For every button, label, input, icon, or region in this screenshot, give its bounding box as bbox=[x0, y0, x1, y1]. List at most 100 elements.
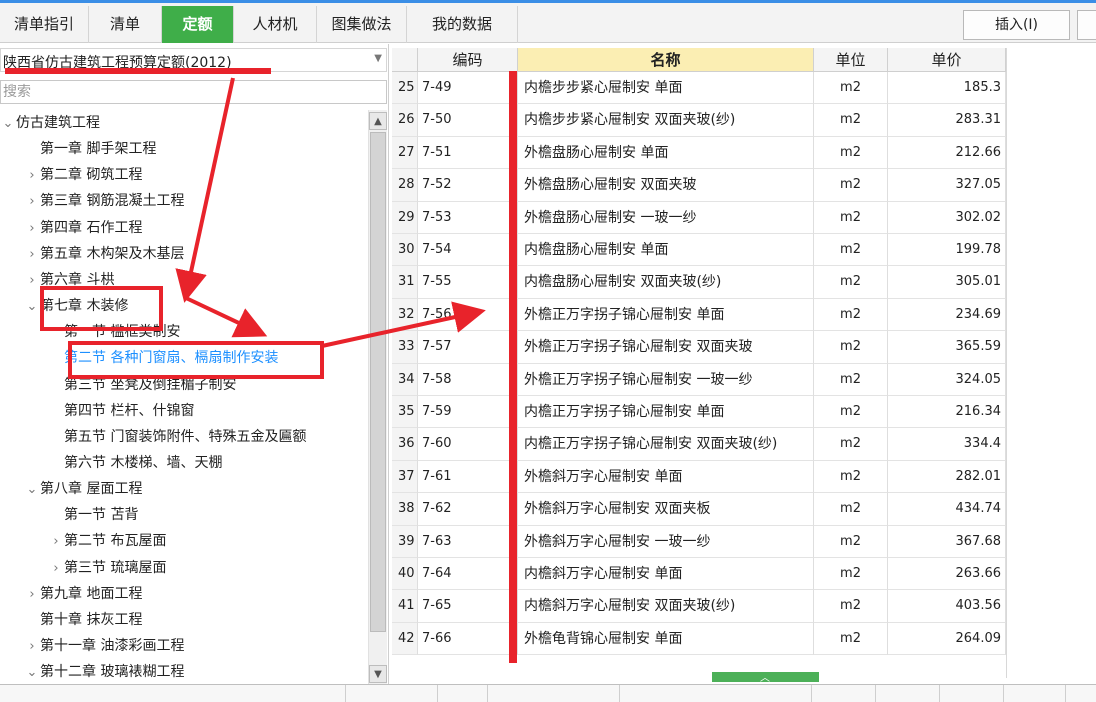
table-row[interactable]: 34 7-58 外檐正万字拐子锦心屉制安 一玻一纱 m2 324.05 bbox=[392, 363, 1006, 396]
chevron-right-icon[interactable]: › bbox=[24, 189, 40, 215]
cell-idx[interactable]: 27 bbox=[392, 136, 418, 170]
scroll-up-icon[interactable]: ▲ bbox=[369, 112, 387, 130]
cell-name[interactable]: 外檐盘肠心屉制安 一玻一纱 bbox=[518, 201, 814, 234]
tree-node[interactable]: 第三节 坐凳及倒挂楣子制安 bbox=[48, 372, 236, 398]
header-price[interactable]: 单价 bbox=[888, 48, 1006, 72]
cell-unit[interactable]: m2 bbox=[814, 266, 888, 299]
tree-node[interactable]: ⌄ 第七章 木装修 bbox=[24, 293, 129, 320]
table-row[interactable]: 31 7-55 内檐盘肠心屉制安 双面夹玻(纱) m2 305.01 bbox=[392, 266, 1006, 299]
table-row[interactable]: 39 7-63 外檐斜万字心屉制安 一玻一纱 m2 367.68 bbox=[392, 525, 1006, 558]
cell-idx[interactable]: 42 bbox=[392, 622, 418, 656]
cell-idx[interactable]: 26 bbox=[392, 104, 418, 137]
cell-price[interactable]: 367.68 bbox=[888, 525, 1006, 558]
tree-node[interactable]: 第四节 栏杆、什锦窗 bbox=[48, 398, 194, 424]
chevron-down-icon[interactable]: ⌄ bbox=[24, 294, 40, 320]
cell-name[interactable]: 外檐斜万字心屉制安 双面夹板 bbox=[518, 493, 814, 526]
chevron-right-icon[interactable]: › bbox=[24, 216, 40, 242]
table-row[interactable]: 42 7-66 外檐龟背锦心屉制安 单面 m2 264.09 bbox=[392, 622, 1006, 656]
table-row[interactable]: 37 7-61 外檐斜万字心屉制安 单面 m2 282.01 bbox=[392, 460, 1006, 494]
table-row[interactable]: 25 7-49 内檐步步紧心屉制安 单面 m2 185.3 bbox=[392, 72, 1006, 105]
tab-list-guide[interactable]: 清单指引 bbox=[0, 6, 89, 43]
cell-price[interactable]: 305.01 bbox=[888, 266, 1006, 299]
tree-node[interactable]: › 第三章 钢筋混凝土工程 bbox=[24, 188, 184, 214]
table-row[interactable]: 38 7-62 外檐斜万字心屉制安 双面夹板 m2 434.74 bbox=[392, 493, 1006, 526]
table-row[interactable]: 27 7-51 外檐盘肠心屉制安 单面 m2 212.66 bbox=[392, 136, 1006, 170]
cell-unit[interactable]: m2 bbox=[814, 298, 888, 332]
cell-code[interactable]: 7-61 bbox=[418, 460, 518, 494]
cell-name[interactable]: 外檐盘肠心屉制安 单面 bbox=[518, 136, 814, 170]
cell-name[interactable]: 内檐正万字拐子锦心屉制安 单面 bbox=[518, 396, 814, 429]
cell-code[interactable]: 7-51 bbox=[418, 136, 518, 170]
tree-node[interactable]: › 第九章 地面工程 bbox=[24, 581, 142, 607]
cell-idx[interactable]: 29 bbox=[392, 201, 418, 234]
cell-name[interactable]: 外檐盘肠心屉制安 双面夹玻 bbox=[518, 169, 814, 202]
header-name[interactable]: 名称 bbox=[518, 48, 814, 72]
cell-name[interactable]: 内檐斜万字心屉制安 单面 bbox=[518, 558, 814, 591]
table-row[interactable]: 40 7-64 内檐斜万字心屉制安 单面 m2 263.66 bbox=[392, 558, 1006, 591]
cell-price[interactable]: 264.09 bbox=[888, 622, 1006, 656]
cell-code[interactable]: 7-60 bbox=[418, 428, 518, 461]
tab-quota[interactable]: 定额 bbox=[162, 6, 234, 43]
cell-price[interactable]: 199.78 bbox=[888, 234, 1006, 267]
cell-price[interactable]: 302.02 bbox=[888, 201, 1006, 234]
tree-node[interactable]: › 第二节 布瓦屋面 bbox=[48, 528, 166, 554]
cell-unit[interactable]: m2 bbox=[814, 622, 888, 656]
chevron-down-icon[interactable]: ⌄ bbox=[24, 660, 40, 685]
table-row[interactable]: 41 7-65 内檐斜万字心屉制安 双面夹玻(纱) m2 403.56 bbox=[392, 590, 1006, 623]
cell-unit[interactable]: m2 bbox=[814, 525, 888, 558]
cell-idx[interactable]: 40 bbox=[392, 558, 418, 591]
tree-node[interactable]: › 第五章 木构架及木基层 bbox=[24, 241, 184, 267]
cell-code[interactable]: 7-55 bbox=[418, 266, 518, 299]
cell-name[interactable]: 外檐正万字拐子锦心屉制安 一玻一纱 bbox=[518, 363, 814, 396]
cell-idx[interactable]: 31 bbox=[392, 266, 418, 299]
cell-unit[interactable]: m2 bbox=[814, 234, 888, 267]
cell-name[interactable]: 外檐斜万字心屉制安 单面 bbox=[518, 460, 814, 494]
cell-name[interactable]: 内檐盘肠心屉制安 双面夹玻(纱) bbox=[518, 266, 814, 299]
table-row[interactable]: 28 7-52 外檐盘肠心屉制安 双面夹玻 m2 327.05 bbox=[392, 169, 1006, 202]
cell-code[interactable]: 7-50 bbox=[418, 104, 518, 137]
cell-unit[interactable]: m2 bbox=[814, 558, 888, 591]
cell-code[interactable]: 7-52 bbox=[418, 169, 518, 202]
tab-my-data[interactable]: 我的数据 bbox=[407, 6, 518, 43]
cell-unit[interactable]: m2 bbox=[814, 590, 888, 623]
chevron-right-icon[interactable]: › bbox=[48, 529, 64, 555]
cell-name[interactable]: 外檐正万字拐子锦心屉制安 双面夹玻 bbox=[518, 331, 814, 364]
cell-unit[interactable]: m2 bbox=[814, 201, 888, 234]
table-row[interactable]: 32 7-56 外檐正万字拐子锦心屉制安 单面 m2 234.69 bbox=[392, 298, 1006, 332]
cell-idx[interactable]: 33 bbox=[392, 331, 418, 364]
cell-name[interactable]: 外檐正万字拐子锦心屉制安 单面 bbox=[518, 298, 814, 332]
cell-idx[interactable]: 41 bbox=[392, 590, 418, 623]
cell-price[interactable]: 282.01 bbox=[888, 460, 1006, 494]
tree-node[interactable]: › 第二章 砌筑工程 bbox=[24, 162, 142, 188]
tab-atlas-method[interactable]: 图集做法 bbox=[317, 6, 407, 43]
cell-unit[interactable]: m2 bbox=[814, 72, 888, 105]
tree-node[interactable]: ⌄ 第八章 屋面工程 bbox=[24, 476, 143, 503]
panel-toggle-handle[interactable]: ︿ bbox=[712, 672, 819, 684]
tree-node[interactable]: › 第三节 琉璃屋面 bbox=[48, 555, 166, 581]
cell-unit[interactable]: m2 bbox=[814, 460, 888, 494]
tree-node[interactable]: ⌄ 第十二章 玻璃裱糊工程 bbox=[24, 659, 185, 685]
cell-idx[interactable]: 25 bbox=[392, 72, 418, 105]
chevron-right-icon[interactable]: › bbox=[24, 268, 40, 294]
cell-idx[interactable]: 36 bbox=[392, 428, 418, 461]
tree-node[interactable]: 第十章 抹灰工程 bbox=[24, 607, 142, 633]
chevron-down-icon[interactable]: ▼ bbox=[374, 53, 382, 64]
table-row[interactable]: 29 7-53 外檐盘肠心屉制安 一玻一纱 m2 302.02 bbox=[392, 201, 1006, 234]
cell-name[interactable]: 内檐盘肠心屉制安 单面 bbox=[518, 234, 814, 267]
cell-code[interactable]: 7-63 bbox=[418, 525, 518, 558]
chevron-right-icon[interactable]: › bbox=[24, 242, 40, 268]
cell-unit[interactable]: m2 bbox=[814, 136, 888, 170]
cell-price[interactable]: 263.66 bbox=[888, 558, 1006, 591]
cell-unit[interactable]: m2 bbox=[814, 169, 888, 202]
chevron-down-icon[interactable]: ⌄ bbox=[24, 477, 40, 503]
cell-code[interactable]: 7-65 bbox=[418, 590, 518, 623]
search-input[interactable] bbox=[0, 80, 387, 104]
tree-node[interactable]: 第二节 各种门窗扇、槅扇制作安装 bbox=[48, 345, 278, 371]
cell-code[interactable]: 7-58 bbox=[418, 363, 518, 396]
chevron-right-icon[interactable]: › bbox=[48, 556, 64, 582]
tab-labor-material-machine[interactable]: 人材机 bbox=[234, 6, 317, 43]
tree-node[interactable]: 第一节 苫背 bbox=[48, 502, 138, 528]
cell-price[interactable]: 234.69 bbox=[888, 298, 1006, 332]
cell-code[interactable]: 7-49 bbox=[418, 72, 518, 105]
cell-name[interactable]: 外檐斜万字心屉制安 一玻一纱 bbox=[518, 525, 814, 558]
